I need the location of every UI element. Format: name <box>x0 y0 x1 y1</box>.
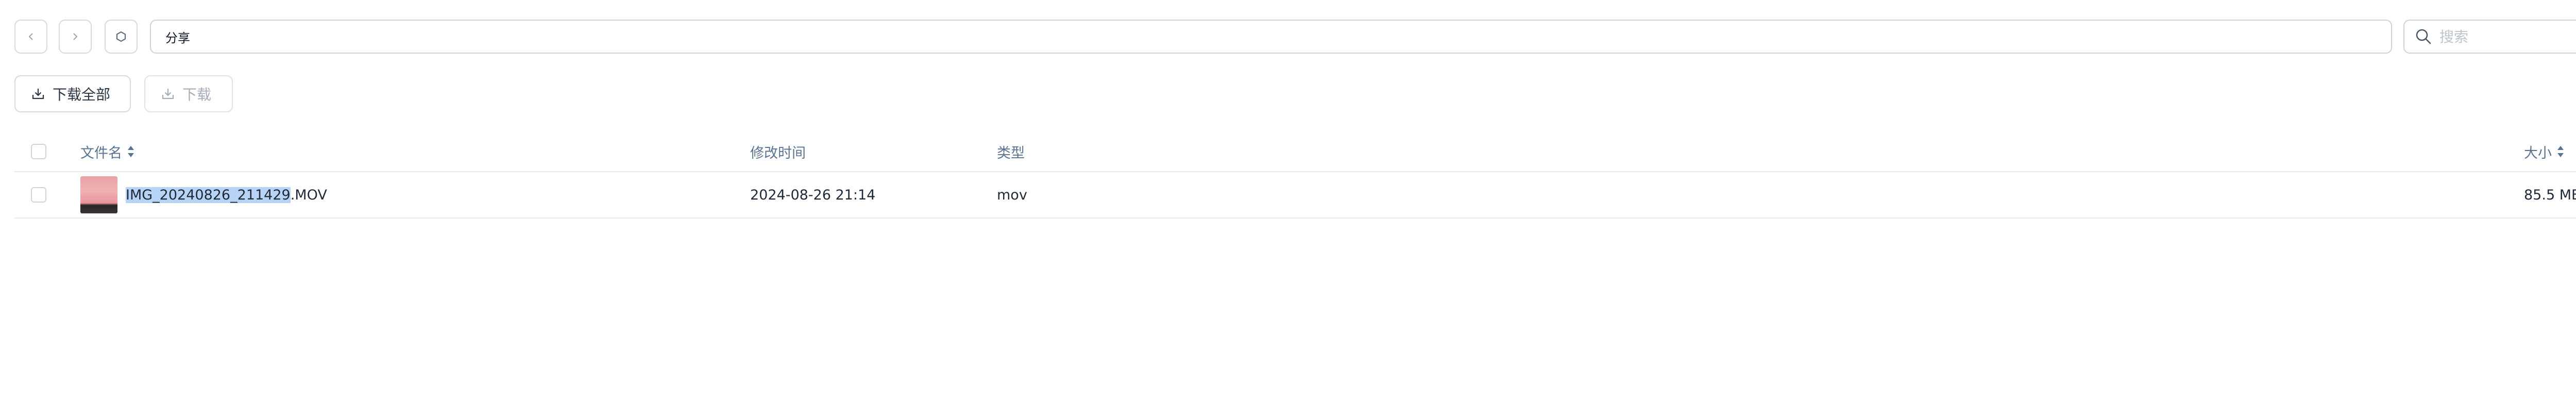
chevron-right-icon <box>72 32 79 41</box>
search-input[interactable] <box>2438 27 2576 46</box>
select-all-checkbox[interactable] <box>31 144 46 159</box>
path-input[interactable]: 分享 <box>150 20 2392 54</box>
column-header-size-label: 大小 <box>2524 145 2552 161</box>
forward-button[interactable] <box>59 20 92 54</box>
column-header-type-label: 类型 <box>997 145 1025 161</box>
download-label: 下载 <box>182 86 212 103</box>
column-header-name[interactable]: 文件名 <box>80 132 134 171</box>
column-header-size[interactable]: 大小 <box>2524 132 2564 171</box>
download-icon <box>161 87 175 101</box>
column-header-modified[interactable]: 修改时间 <box>750 132 806 171</box>
file-size: 85.5 MB <box>2524 187 2576 203</box>
file-table: 文件名 修改时间 类型 大小 IMG_20240826_211429 .MOV … <box>14 132 2576 219</box>
file-name-selected-text: IMG_20240826_211429 <box>126 187 291 203</box>
chevron-left-icon <box>27 32 35 41</box>
file-name-extension: .MOV <box>290 187 327 203</box>
refresh-icon <box>115 30 127 43</box>
file-type: mov <box>997 187 1027 203</box>
download-button[interactable]: 下载 <box>144 75 233 112</box>
column-header-name-label: 文件名 <box>80 145 122 161</box>
file-modified: 2024-08-26 21:14 <box>750 187 876 203</box>
search-icon <box>2415 28 2432 45</box>
file-name[interactable]: IMG_20240826_211429 .MOV <box>126 172 327 218</box>
download-all-label: 下载全部 <box>53 86 111 103</box>
back-button[interactable] <box>14 20 47 54</box>
download-all-button[interactable]: 下载全部 <box>14 75 131 112</box>
sort-icon <box>127 145 134 158</box>
path-text: 分享 <box>165 30 190 45</box>
column-header-modified-label: 修改时间 <box>750 145 806 161</box>
column-header-type[interactable]: 类型 <box>997 132 1025 171</box>
file-thumbnail <box>80 176 117 213</box>
refresh-button[interactable] <box>105 20 138 54</box>
search-box[interactable] <box>2403 20 2576 54</box>
row-checkbox[interactable] <box>31 187 46 203</box>
download-icon <box>31 87 45 101</box>
sort-icon <box>2557 145 2564 158</box>
table-header: 文件名 修改时间 类型 大小 <box>14 132 2576 172</box>
table-row[interactable]: IMG_20240826_211429 .MOV 2024-08-26 21:14… <box>14 172 2576 219</box>
